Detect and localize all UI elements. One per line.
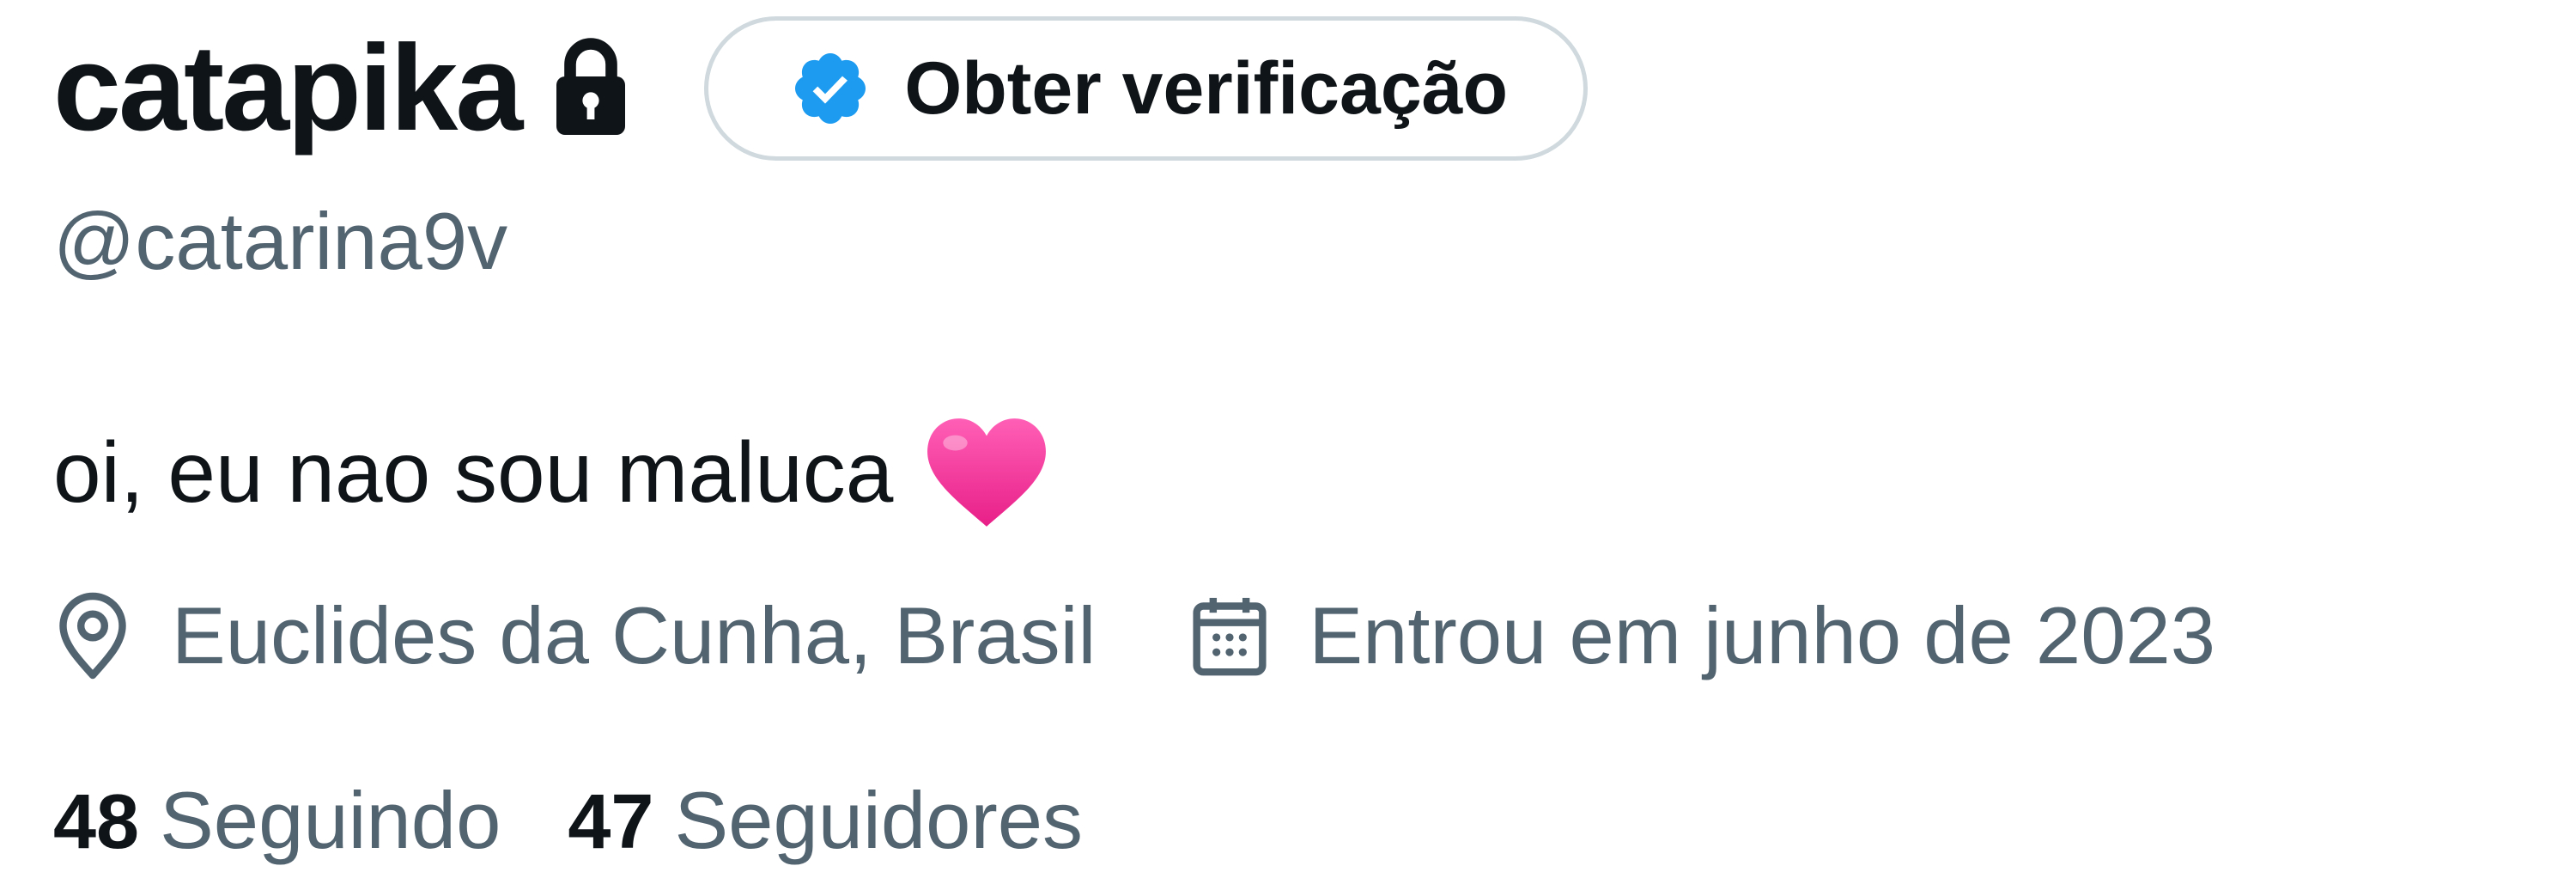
lock-icon (550, 37, 632, 140)
get-verified-label: Obter verificação (904, 47, 1509, 130)
following-count: 48 (53, 779, 140, 865)
following-link[interactable]: 48 Seguindo (53, 775, 501, 865)
get-verified-button[interactable]: Obter verificação (704, 16, 1589, 161)
profile-meta: Euclides da Cunha, Brasil Entrou em junh… (53, 584, 2215, 687)
name-row: catapika Obter verificação (53, 15, 1589, 162)
joined-item: Entrou em junho de 2023 (1190, 591, 2215, 680)
followers-count: 47 (568, 779, 654, 865)
calendar-icon (1190, 591, 1269, 680)
user-handle: @catarina9v (53, 196, 508, 286)
followers-link[interactable]: 47 Seguidores (568, 775, 1084, 865)
pink-heart-emoji-icon (924, 415, 1049, 530)
verified-badge-icon (789, 47, 872, 130)
profile-header: catapika Obter verificação @catarina9v o… (53, 0, 2543, 861)
bio: oi, eu nao sou maluca (53, 412, 1049, 533)
joined-date-text: Entrou em junho de 2023 (1309, 590, 2216, 680)
followers-label: Seguidores (674, 775, 1084, 865)
following-label: Seguindo (160, 775, 501, 865)
follow-stats: 48 Seguindo 47 Seguidores (53, 769, 1083, 872)
display-name: catapika (53, 20, 523, 156)
bio-text: oi, eu nao sou maluca (53, 424, 894, 521)
location-text: Euclides da Cunha, Brasil (172, 590, 1097, 680)
location-pin-icon (53, 591, 132, 680)
location-item: Euclides da Cunha, Brasil (53, 591, 1096, 680)
